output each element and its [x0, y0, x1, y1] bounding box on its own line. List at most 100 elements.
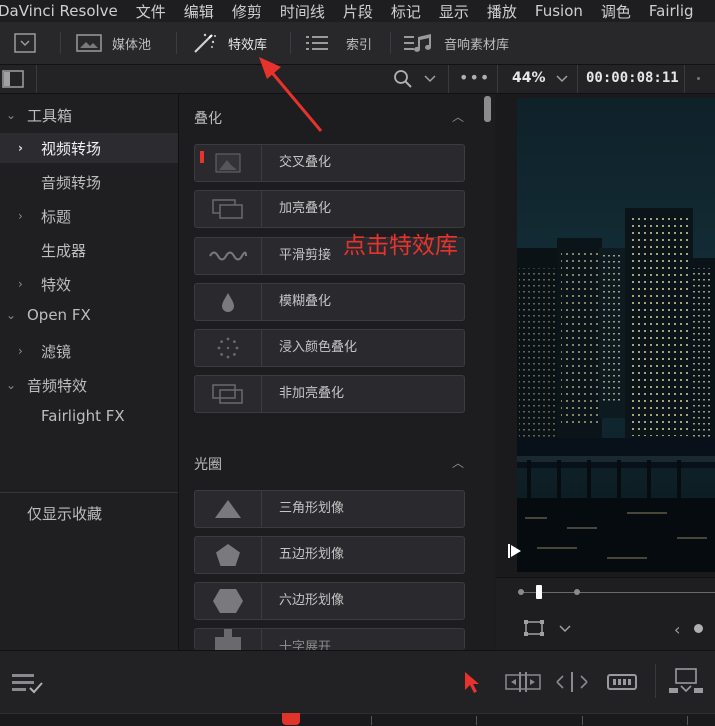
effect-blur-dissolve[interactable]: 模糊叠化 — [194, 283, 465, 321]
ruler-tick — [687, 716, 688, 725]
tree-effects[interactable]: › 特效 — [0, 269, 178, 299]
section-dissolve-header[interactable]: 叠化 ︿ — [194, 108, 484, 128]
effect-label: 模糊叠化 — [279, 294, 332, 309]
cross-dissolve-icon — [195, 145, 262, 181]
sidebar-toggle-icon[interactable] — [2, 70, 24, 88]
scrubber-track[interactable] — [520, 592, 715, 593]
effect-pentagon-iris[interactable]: 五边形划像 — [194, 536, 465, 574]
tree-audio-fx[interactable]: ⌄ 音频特效 — [0, 370, 178, 400]
effect-cross-iris[interactable]: 十字展开 — [194, 628, 465, 650]
scrubber-in-point[interactable] — [518, 589, 524, 595]
playhead-marker[interactable] — [282, 713, 300, 725]
menu-edit[interactable]: 编辑 — [184, 1, 214, 22]
tree-video-transitions-label: 视频转场 — [41, 139, 102, 158]
chevron-down-icon[interactable] — [424, 74, 436, 84]
list-icon — [306, 36, 328, 50]
menu-trim[interactable]: 修剪 — [232, 1, 262, 22]
tree-titles-label: 标题 — [41, 207, 72, 226]
chevron-down-icon: ⌄ — [6, 308, 17, 322]
transform-icon[interactable] — [523, 619, 545, 641]
tree-toolbox[interactable]: ⌄ 工具箱 — [0, 100, 178, 130]
chevron-left-icon[interactable]: ‹ — [674, 620, 680, 639]
effect-dip-to-color[interactable]: 浸入颜色叠化 — [194, 329, 465, 367]
favorites-only-toggle[interactable]: 仅显示收藏 — [0, 498, 178, 528]
timeline-ruler[interactable] — [0, 713, 715, 726]
scrubber-out-point[interactable] — [574, 589, 580, 595]
scrubber-handle[interactable] — [536, 585, 542, 599]
effect-label: 五边形划像 — [279, 547, 345, 562]
favorites-only-label: 仅显示收藏 — [27, 504, 103, 523]
module-toolbar: 媒体池 特效库 索引 音响素材库 — [0, 22, 715, 65]
tree-fairlight-fx[interactable]: Fairlight FX — [0, 401, 178, 431]
tree-toolbox-label: 工具箱 — [27, 106, 73, 125]
effect-label: 交叉叠化 — [279, 155, 332, 170]
zoom-chevron-down-icon[interactable] — [556, 74, 568, 84]
search-icon[interactable] — [393, 69, 413, 89]
menu-fusion[interactable]: Fusion — [535, 2, 583, 20]
city-night-image — [517, 98, 715, 572]
menu-timeline[interactable]: 时间线 — [280, 1, 325, 22]
tree-open-fx[interactable]: ⌄ Open FX — [0, 300, 178, 330]
section-iris-header[interactable]: 光圈 ︿ — [194, 454, 484, 474]
chevron-up-icon: ︿ — [451, 110, 464, 124]
media-pool-label: 媒体池 — [112, 37, 152, 53]
viewer-zoom[interactable]: 44% — [512, 70, 546, 86]
music-note-icon — [404, 34, 432, 52]
dynamic-trim-icon[interactable] — [555, 671, 589, 697]
menu-playback[interactable]: 播放 — [487, 1, 517, 22]
image-icon — [76, 34, 102, 52]
tree-video-transitions[interactable]: › 视频转场 — [0, 133, 178, 163]
effects-library-label: 特效库 — [228, 37, 268, 53]
selection-arrow-icon[interactable] — [463, 670, 481, 698]
effect-additive-dissolve[interactable]: 加亮叠化 — [194, 190, 465, 228]
tree-titles[interactable]: › 标题 — [0, 201, 178, 231]
menu-color[interactable]: 调色 — [601, 1, 631, 22]
effect-label: 平滑剪接 — [279, 248, 332, 263]
annotation-arrow-icon — [259, 57, 323, 132]
magic-wand-icon — [194, 33, 216, 53]
effect-label: 十字展开 — [279, 640, 332, 650]
panel-subbar: ••• 44% 00:00:08:11 — [0, 65, 715, 94]
section-iris-title: 光圈 — [194, 457, 222, 473]
tree-generators[interactable]: 生成器 — [0, 235, 178, 265]
effect-hexagon-iris[interactable]: 六边形划像 — [194, 582, 465, 620]
viewer-timecode: 00:00:08:11 — [586, 70, 679, 86]
dropdown-box-icon — [14, 33, 36, 53]
sound-library-button[interactable]: 音响素材库 — [404, 22, 509, 64]
sidebar-divider — [0, 492, 178, 493]
effects-scrollbar[interactable] — [484, 96, 491, 122]
effect-label: 加亮叠化 — [279, 201, 332, 216]
effects-sidebar: ⌄ 工具箱 › 视频转场 音频转场 › 标题 生成器 › 特效 ⌄ Open F… — [0, 94, 179, 650]
chevron-down-icon[interactable] — [559, 624, 571, 634]
menu-file[interactable]: 文件 — [136, 1, 166, 22]
index-label: 索引 — [346, 37, 373, 53]
non-additive-dissolve-icon — [195, 376, 262, 412]
menu-view[interactable]: 显示 — [439, 1, 469, 22]
panel-toggle-button[interactable] — [14, 22, 46, 64]
tree-open-fx-label: Open FX — [27, 306, 91, 324]
tree-audio-transitions[interactable]: 音频转场 — [0, 167, 178, 197]
menu-clip[interactable]: 片段 — [343, 1, 373, 22]
effect-triangle-iris[interactable]: 三角形划像 — [194, 490, 465, 528]
record-dot-icon[interactable] — [694, 624, 703, 633]
annotation-text: 点击特效库 — [343, 233, 458, 259]
trim-edit-icon[interactable] — [505, 671, 541, 697]
viewer-frame[interactable] — [517, 98, 715, 572]
tree-filters[interactable]: › 滤镜 — [0, 336, 178, 366]
menu-app[interactable]: DaVinci Resolve — [0, 2, 118, 20]
menu-mark[interactable]: 标记 — [391, 1, 421, 22]
play-marker-icon[interactable] — [508, 543, 522, 562]
effect-non-additive-dissolve[interactable]: 非加亮叠化 — [194, 375, 465, 413]
ruler-tick — [371, 716, 372, 725]
media-pool-button[interactable]: 媒体池 — [76, 22, 151, 64]
blade-tool-icon[interactable] — [607, 673, 637, 695]
insert-clip-icon[interactable] — [668, 668, 704, 698]
more-options-icon[interactable]: ••• — [459, 68, 490, 87]
effect-label: 六边形划像 — [279, 593, 345, 608]
tree-filters-label: 滤镜 — [41, 342, 72, 361]
menu-fairlight[interactable]: Fairlig — [649, 2, 694, 20]
timeline-options-icon[interactable] — [12, 672, 46, 700]
wave-icon — [195, 238, 262, 274]
tree-audio-transitions-label: 音频转场 — [41, 173, 102, 192]
effect-cross-dissolve[interactable]: 交叉叠化 — [194, 144, 465, 182]
